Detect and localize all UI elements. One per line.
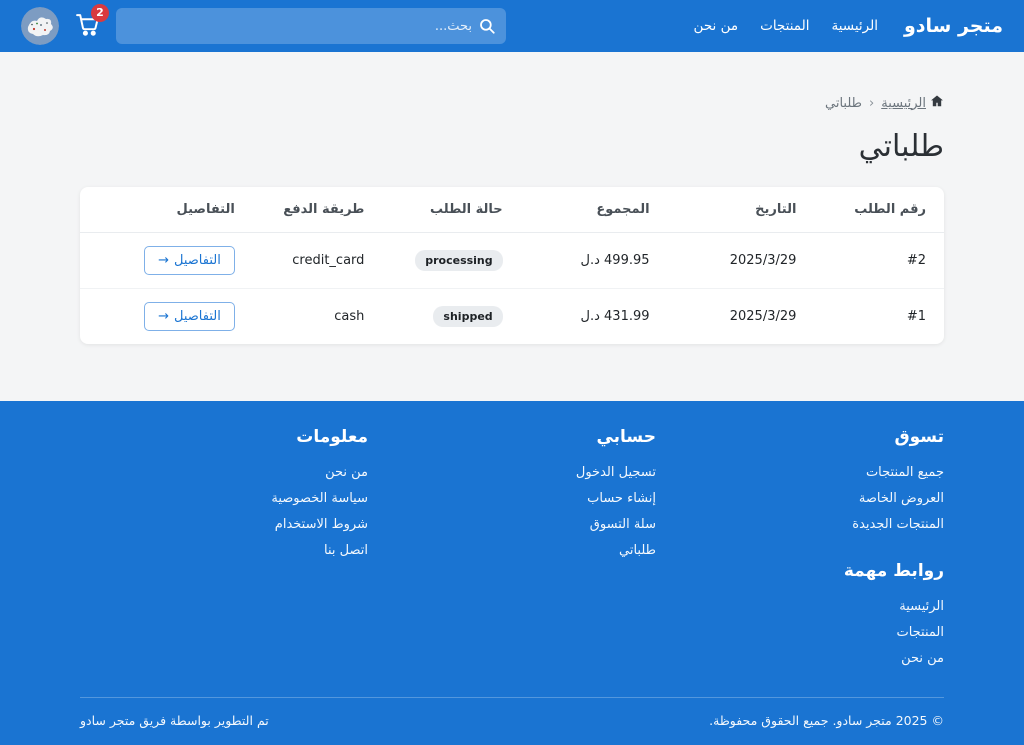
table-header-row: رقم الطلب التاريخ المجموع حالة الطلب طري… bbox=[80, 187, 944, 233]
footer-link-home[interactable]: الرئيسية bbox=[899, 599, 944, 614]
breadcrumb: الرئيسية ‹ طلباتي bbox=[80, 52, 944, 112]
status-badge: processing bbox=[415, 250, 503, 271]
arrow-right-icon: → bbox=[158, 253, 169, 268]
header-details: التفاصيل bbox=[80, 187, 253, 233]
table-row: #2 2025/3/29 499.95 د.ل processing credi… bbox=[80, 232, 944, 289]
home-icon bbox=[930, 94, 944, 112]
footer-important-links: روابط مهمة الرئيسية المنتجات من نحن bbox=[656, 561, 944, 671]
footer-link-my-orders[interactable]: طلباتي bbox=[619, 543, 656, 558]
search-input[interactable] bbox=[116, 8, 506, 44]
footer: تسوق جميع المنتجات العروض الخاصة المنتجا… bbox=[0, 401, 1024, 745]
breadcrumb-separator: ‹ bbox=[869, 95, 875, 111]
header-status: حالة الطلب bbox=[382, 187, 521, 233]
cart-count-badge: 2 bbox=[91, 3, 109, 22]
developed-by-text: تم التطوير بواسطة فريق متجر سادو bbox=[80, 713, 269, 728]
store-logo[interactable] bbox=[21, 7, 59, 45]
nav-products[interactable]: المنتجات bbox=[760, 18, 809, 34]
footer-column-info: معلومات من نحن سياسة الخصوصية شروط الاست… bbox=[80, 427, 368, 671]
main-content: الرئيسية ‹ طلباتي طلباتي رقم الطلب التار… bbox=[0, 52, 1024, 401]
orders-table-card: رقم الطلب التاريخ المجموع حالة الطلب طري… bbox=[80, 187, 944, 344]
footer-bottom-bar: © 2025 متجر سادو. جميع الحقوق محفوظة. تم… bbox=[80, 698, 944, 745]
footer-link-terms[interactable]: شروط الاستخدام bbox=[275, 517, 368, 532]
footer-link-login[interactable]: تسجيل الدخول bbox=[576, 465, 656, 480]
footer-link-cart[interactable]: سلة التسوق bbox=[590, 517, 656, 532]
order-date: 2025/3/29 bbox=[729, 309, 797, 324]
status-badge: shipped bbox=[433, 306, 503, 327]
payment-method: cash bbox=[334, 309, 365, 324]
search-bar bbox=[116, 8, 506, 44]
order-total: 431.99 د.ل bbox=[580, 309, 650, 324]
brand-title[interactable]: متجر سادو bbox=[904, 15, 1003, 37]
footer-heading-info: معلومات bbox=[296, 427, 368, 447]
header-payment: طريقة الدفع bbox=[252, 187, 383, 233]
nav-home[interactable]: الرئيسية bbox=[831, 18, 878, 34]
main-nav: الرئيسية المنتجات من نحن bbox=[694, 18, 878, 34]
header-order-number: رقم الطلب bbox=[814, 187, 944, 233]
details-button[interactable]: التفاصيل → bbox=[144, 246, 235, 275]
footer-heading-account: حسابي bbox=[596, 427, 656, 447]
breadcrumb-current: طلباتي bbox=[825, 95, 863, 111]
footer-heading-shop: تسوق bbox=[894, 427, 944, 447]
footer-link-about[interactable]: من نحن bbox=[901, 651, 944, 666]
footer-link-register[interactable]: إنشاء حساب bbox=[587, 491, 656, 506]
breadcrumb-home-link[interactable]: الرئيسية bbox=[881, 94, 944, 112]
details-button-label: التفاصيل bbox=[173, 309, 221, 324]
cart-button[interactable]: 2 bbox=[75, 3, 109, 41]
footer-column-shop: تسوق جميع المنتجات العروض الخاصة المنتجا… bbox=[656, 427, 944, 671]
payment-method: credit_card bbox=[252, 232, 383, 289]
top-header: متجر سادو الرئيسية المنتجات من نحن 2 bbox=[0, 0, 1024, 52]
cart-icon bbox=[75, 13, 100, 41]
order-number: #1 bbox=[906, 309, 926, 324]
table-row: #1 2025/3/29 431.99 د.ل shipped cash الت… bbox=[80, 289, 944, 345]
footer-link-all-products[interactable]: جميع المنتجات bbox=[866, 465, 944, 480]
footer-link-contact[interactable]: اتصل بنا bbox=[324, 543, 368, 558]
details-button[interactable]: التفاصيل → bbox=[144, 302, 235, 331]
footer-column-account: حسابي تسجيل الدخول إنشاء حساب سلة التسوق… bbox=[368, 427, 656, 671]
footer-link-privacy[interactable]: سياسة الخصوصية bbox=[271, 491, 368, 506]
search-icon[interactable] bbox=[478, 17, 496, 35]
header-date: التاريخ bbox=[667, 187, 815, 233]
details-button-label: التفاصيل bbox=[173, 253, 221, 268]
footer-link-special-offers[interactable]: العروض الخاصة bbox=[859, 491, 944, 506]
breadcrumb-home-label: الرئيسية bbox=[881, 95, 926, 111]
footer-heading-important: روابط مهمة bbox=[843, 561, 944, 581]
header-total: المجموع bbox=[520, 187, 668, 233]
arrow-right-icon: → bbox=[158, 309, 169, 324]
page-title: طلباتي bbox=[858, 129, 944, 164]
footer-link-about-us[interactable]: من نحن bbox=[325, 465, 368, 480]
order-number: #2 bbox=[814, 232, 944, 289]
copyright-text: © 2025 متجر سادو. جميع الحقوق محفوظة. bbox=[709, 713, 944, 728]
order-total: 499.95 د.ل bbox=[520, 232, 668, 289]
order-date: 2025/3/29 bbox=[667, 232, 815, 289]
nav-about[interactable]: من نحن bbox=[694, 18, 739, 34]
footer-link-products[interactable]: المنتجات bbox=[896, 625, 944, 640]
page: متجر سادو الرئيسية المنتجات من نحن 2 bbox=[0, 0, 1024, 745]
footer-link-new-products[interactable]: المنتجات الجديدة bbox=[852, 517, 944, 532]
orders-table: رقم الطلب التاريخ المجموع حالة الطلب طري… bbox=[80, 187, 944, 344]
